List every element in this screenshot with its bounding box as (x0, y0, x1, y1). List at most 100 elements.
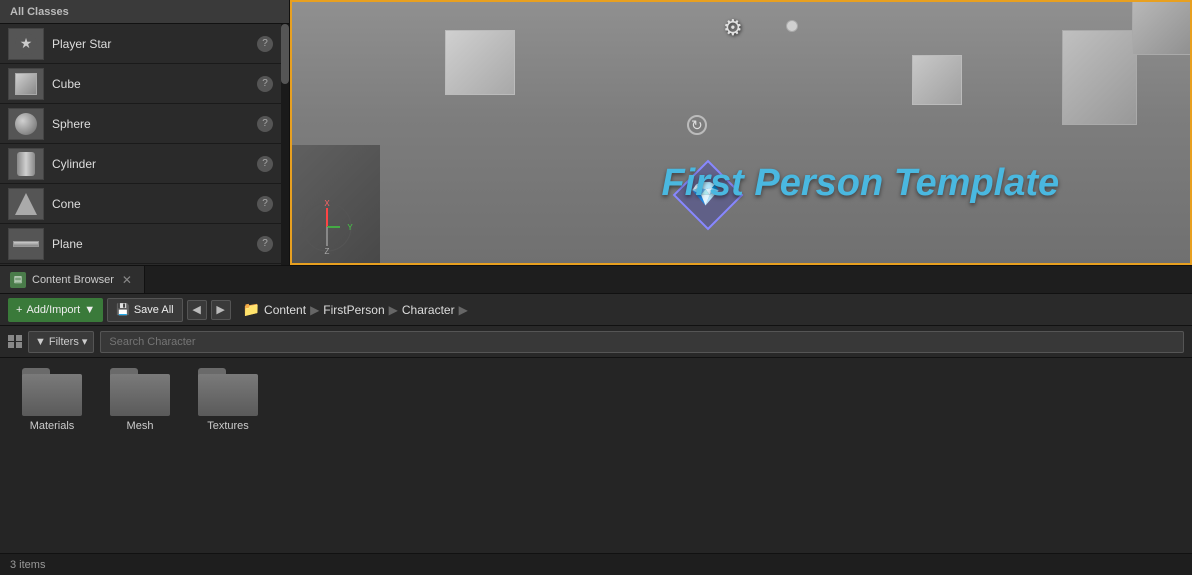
viewport[interactable]: ⚙ ↻ 💎 First Person Template X Y Z (290, 0, 1192, 265)
class-item-cone[interactable]: Cone ? (0, 184, 281, 224)
breadcrumb-sep-2: ▶ (389, 303, 398, 317)
cube-icon-box (8, 68, 44, 100)
class-item-sphere[interactable]: Sphere ? (0, 104, 281, 144)
breadcrumb-character[interactable]: Character (402, 303, 455, 317)
sphere-label: Sphere (52, 117, 257, 131)
nav-back-button[interactable]: ◀ (187, 300, 207, 320)
cb-tab-icon-text: ▤ (14, 274, 23, 285)
content-browser-tab-label: Content Browser (32, 274, 114, 286)
save-all-label: Save All (134, 304, 174, 316)
sphere-icon-box (8, 108, 44, 140)
status-bar: 3 items (0, 553, 1192, 575)
content-browser-tab-icon: ▤ (10, 272, 26, 288)
breadcrumb-firstperson[interactable]: FirstPerson (323, 303, 384, 317)
grid-cell-2 (16, 335, 22, 341)
breadcrumb-sep-1: ▶ (310, 303, 319, 317)
viewport-title: First Person Template (661, 162, 1059, 205)
breadcrumb: 📁 Content ▶ FirstPerson ▶ Character ▶ (243, 301, 468, 318)
cylinder-info-icon[interactable]: ? (257, 156, 273, 172)
class-item-cylinder[interactable]: Cylinder ? (0, 144, 281, 184)
cylinder-icon-box (8, 148, 44, 180)
grid-cell-4 (16, 342, 22, 348)
move-indicator: ↻ (687, 115, 707, 135)
plane-icon-box (8, 228, 44, 260)
grid-view-icon (8, 335, 22, 349)
add-import-label: Add/Import (26, 304, 80, 316)
nav-forward-button[interactable]: ▶ (211, 300, 231, 320)
add-import-plus-icon: + (16, 304, 22, 316)
player-star-icon-box: ★ (8, 28, 44, 60)
scene-sphere (786, 20, 798, 32)
plane-info-icon[interactable]: ? (257, 236, 273, 252)
save-icon: 💾 (116, 303, 130, 316)
content-browser-tab[interactable]: ▤ Content Browser ✕ (0, 266, 145, 293)
folder-mesh[interactable]: Mesh (104, 368, 176, 432)
class-list: ★ Player Star ? Cube ? (0, 24, 281, 265)
cone-icon (15, 193, 37, 215)
plane-icon (13, 241, 39, 247)
folder-textures-icon (198, 368, 258, 416)
scrollbar-thumb (281, 24, 289, 84)
filters-button[interactable]: ▼ Filters ▾ (28, 331, 94, 353)
cylinder-icon (17, 152, 35, 176)
scene-cube-4 (1132, 0, 1192, 55)
folder-textures-label: Textures (207, 420, 249, 432)
content-browser-content: Materials Mesh Textures (0, 358, 1192, 553)
player-star-info-icon[interactable]: ? (257, 36, 273, 52)
cylinder-label: Cylinder (52, 157, 257, 171)
scene-cube-2 (912, 55, 962, 105)
folder-body (110, 374, 170, 416)
plane-label: Plane (52, 237, 257, 251)
all-classes-label: All Classes (10, 6, 69, 18)
cube-info-icon[interactable]: ? (257, 76, 273, 92)
class-item-player-star[interactable]: ★ Player Star ? (0, 24, 281, 64)
player-star-label: Player Star (52, 37, 257, 51)
player-star-icon: ★ (15, 33, 37, 55)
compass: X Y Z (300, 200, 355, 255)
top-area: All Classes ★ Player Star ? Cube (0, 0, 1192, 265)
scene-cube-3 (1062, 30, 1137, 125)
scene-cube-1 (445, 30, 515, 95)
folder-materials-label: Materials (30, 420, 75, 432)
filters-dropdown-icon: ▾ (82, 335, 88, 348)
svg-text:X: X (324, 200, 330, 208)
add-import-button[interactable]: + Add/Import ▼ (8, 298, 103, 322)
content-browser-filters: ▼ Filters ▾ (0, 326, 1192, 358)
player-gear-icon: ⚙ (723, 15, 743, 41)
folder-textures[interactable]: Textures (192, 368, 264, 432)
search-input[interactable] (100, 331, 1184, 353)
content-browser-tab-bar: ▤ Content Browser ✕ (0, 266, 1192, 294)
left-panel: All Classes ★ Player Star ? Cube (0, 0, 290, 265)
grid-cell-1 (8, 335, 14, 341)
cube-label: Cube (52, 77, 257, 91)
folder-mesh-icon (110, 368, 170, 416)
filters-label: Filters (49, 336, 79, 348)
content-browser-tab-close[interactable]: ✕ (120, 273, 134, 287)
class-list-scrollbar[interactable] (281, 24, 289, 265)
content-browser-toolbar: + Add/Import ▼ 💾 Save All ◀ ▶ 📁 Content … (0, 294, 1192, 326)
content-browser: ▤ Content Browser ✕ + Add/Import ▼ 💾 Sav… (0, 265, 1192, 575)
filter-icon: ▼ (35, 336, 46, 348)
folder-materials-icon (22, 368, 82, 416)
cone-info-icon[interactable]: ? (257, 196, 273, 212)
all-classes-header: All Classes (0, 0, 289, 24)
sphere-info-icon[interactable]: ? (257, 116, 273, 132)
class-item-plane[interactable]: Plane ? (0, 224, 281, 264)
cube-icon (15, 73, 37, 95)
folder-body (22, 374, 82, 416)
breadcrumb-content[interactable]: Content (264, 303, 306, 317)
folder-materials[interactable]: Materials (16, 368, 88, 432)
add-import-dropdown-icon: ▼ (84, 304, 95, 316)
save-all-button[interactable]: 💾 Save All (107, 298, 182, 322)
item-count: 3 items (10, 559, 45, 571)
breadcrumb-sep-3: ▶ (459, 303, 468, 317)
class-list-wrapper: ★ Player Star ? Cube ? (0, 24, 289, 265)
breadcrumb-folder-icon: 📁 (243, 301, 260, 318)
svg-text:Z: Z (325, 247, 330, 255)
cone-label: Cone (52, 197, 257, 211)
grid-cell-3 (8, 342, 14, 348)
view-grid-button[interactable] (8, 335, 22, 349)
svg-text:Y: Y (347, 223, 353, 232)
folder-mesh-label: Mesh (127, 420, 154, 432)
class-item-cube[interactable]: Cube ? (0, 64, 281, 104)
